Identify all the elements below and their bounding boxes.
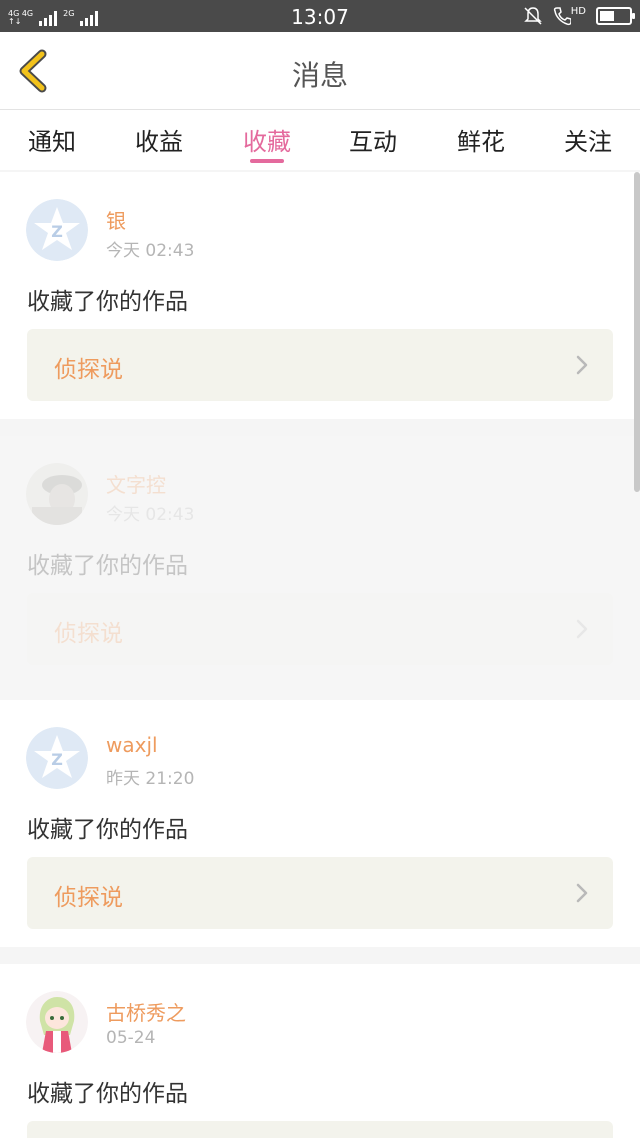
tab-flowers[interactable]: 鲜花 (441, 122, 521, 157)
message-card: Z 银 今天 02:43 收藏了你的作品 侦探说 (0, 172, 640, 419)
work-title: 侦探说 (54, 357, 123, 383)
message-text: 收藏了你的作品 (27, 553, 188, 579)
call-hd-icon (553, 7, 571, 26)
app-header: 消息 (0, 32, 640, 110)
work-link[interactable]: 侦探说 (27, 857, 613, 929)
anime-avatar-icon (26, 991, 88, 1053)
battery-icon (596, 7, 635, 25)
message-text: 收藏了你的作品 (27, 1081, 188, 1107)
scrollbar[interactable] (634, 172, 640, 492)
message-time: 05-24 (106, 1028, 156, 1048)
message-time: 昨天 21:20 (106, 769, 195, 789)
user-name[interactable]: 银 (106, 205, 126, 234)
hd-label: HD (570, 6, 586, 17)
tab-interactions[interactable]: 互动 (333, 122, 413, 157)
chevron-right-icon (576, 619, 588, 639)
tab-earnings[interactable]: 收益 (119, 122, 199, 157)
tab-follows[interactable]: 关注 (548, 122, 628, 157)
message-card: Z waxjl 昨天 21:20 收藏了你的作品 侦探说 (0, 700, 640, 947)
user-name[interactable]: 文字控 (106, 469, 166, 498)
svg-text:Z: Z (51, 750, 63, 769)
page-title: 消息 (291, 59, 348, 92)
status-bar: 4G 4G ↑↓ 2G 13:07 HD (0, 0, 640, 32)
user-name[interactable]: 古桥秀之 (106, 997, 186, 1026)
work-link[interactable]: 侦探说 (27, 593, 613, 665)
message-time: 今天 02:43 (106, 505, 195, 525)
default-star-avatar-icon: Z (26, 199, 88, 261)
chevron-right-icon (576, 883, 588, 903)
mute-icon (523, 7, 542, 25)
svg-text:Z: Z (51, 222, 63, 241)
message-card: 文字控 今天 02:43 收藏了你的作品 侦探说 (0, 436, 640, 700)
avatar[interactable]: Z (26, 199, 88, 261)
default-star-avatar-icon: Z (26, 727, 88, 789)
message-text: 收藏了你的作品 (27, 289, 188, 315)
message-text: 收藏了你的作品 (27, 817, 188, 843)
work-title: 侦探说 (54, 621, 123, 647)
avatar[interactable]: Z (26, 727, 88, 789)
photo-avatar-icon (26, 463, 88, 525)
work-title: 侦探说 (54, 885, 123, 911)
tab-favorites[interactable]: 收藏 (227, 122, 307, 157)
message-card: 古桥秀之 05-24 收藏了你的作品 (0, 964, 640, 1138)
work-link[interactable] (27, 1121, 613, 1138)
active-tab-indicator (250, 159, 284, 163)
tab-bar: 通知 收益 收藏 互动 鲜花 关注 (0, 110, 640, 170)
message-time: 今天 02:43 (106, 241, 195, 261)
tab-notifications[interactable]: 通知 (12, 122, 92, 157)
chevron-right-icon (576, 355, 588, 375)
work-link[interactable]: 侦探说 (27, 329, 613, 401)
user-name[interactable]: waxjl (106, 733, 158, 757)
avatar[interactable] (26, 991, 88, 1053)
avatar[interactable] (26, 463, 88, 525)
